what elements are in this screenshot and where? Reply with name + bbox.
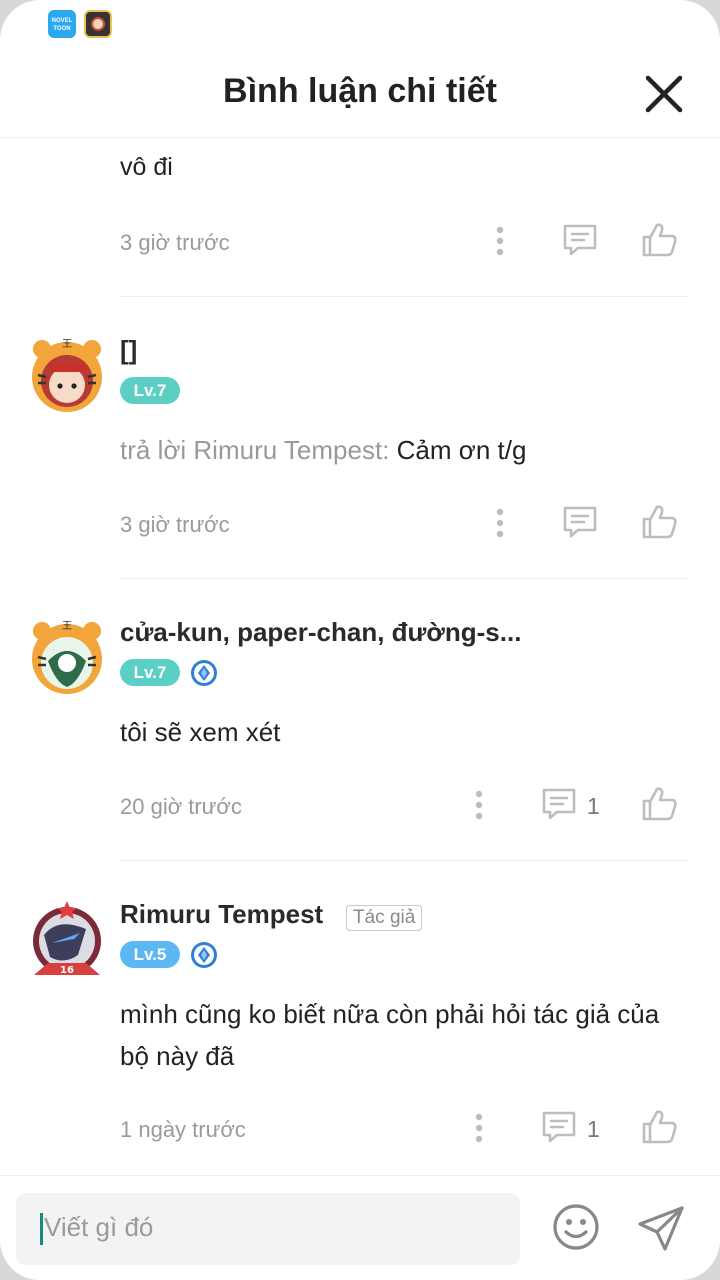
like-icon[interactable] — [640, 503, 678, 541]
comment-body: Cảm ơn t/g — [396, 435, 527, 465]
reply-icon[interactable] — [562, 222, 598, 258]
input-placeholder: Viết gì đó — [44, 1212, 154, 1242]
reply-count: 1 — [587, 793, 600, 819]
user-name[interactable]: [] — [120, 335, 137, 366]
reply-to-label[interactable]: trả lời Rimuru Tempest: — [120, 435, 389, 465]
header: Bình luận chi tiết — [0, 50, 720, 138]
page-title: Bình luận chi tiết — [223, 72, 497, 110]
level-badge: Lv.7 — [120, 659, 180, 686]
status-bar: NOVEL TOON — [0, 0, 720, 50]
user-name[interactable]: Rimuru Tempest — [120, 899, 323, 930]
svg-text:王: 王 — [62, 621, 72, 632]
comment-time: 3 giờ trước — [120, 230, 230, 255]
comment-input[interactable]: Viết gì đó — [16, 1193, 520, 1265]
level-badge: Lv.5 — [120, 941, 180, 968]
like-icon[interactable] — [640, 785, 678, 823]
comment-body: tôi sẽ xem xét — [120, 717, 281, 747]
comment-text: trả lời Rimuru Tempest: Cảm ơn t/g — [120, 429, 680, 471]
comment-time: 3 giờ trước — [120, 512, 230, 537]
reply-icon[interactable] — [541, 1109, 577, 1145]
send-icon[interactable] — [636, 1203, 686, 1253]
more-options-icon[interactable] — [495, 508, 505, 538]
more-options-icon[interactable] — [474, 1113, 484, 1143]
reply-icon[interactable] — [562, 504, 598, 540]
noveltoon-app-icon: NOVEL TOON — [48, 10, 76, 38]
more-options-icon[interactable] — [495, 226, 505, 256]
divider — [120, 578, 688, 579]
diamond-badge-icon — [191, 660, 217, 686]
comment-composer: Viết gì đó — [0, 1175, 720, 1280]
partial-comment-text: vô đi — [120, 153, 173, 181]
user-avatar[interactable]: 王 — [28, 617, 106, 695]
game-app-icon — [84, 10, 112, 38]
more-options-icon[interactable] — [474, 790, 484, 820]
text-caret — [40, 1213, 43, 1245]
diamond-badge-icon — [191, 942, 217, 968]
author-tag: Tác giả — [346, 905, 423, 931]
divider — [120, 296, 688, 297]
level-badge: Lv.7 — [120, 377, 180, 404]
emoji-icon[interactable] — [552, 1203, 600, 1251]
svg-text:16: 16 — [60, 965, 74, 976]
comment-time: 1 ngày trước — [120, 1117, 246, 1142]
reply-icon[interactable] — [541, 786, 577, 822]
user-avatar[interactable]: 16 — [28, 899, 106, 977]
reply-count: 1 — [587, 1116, 600, 1142]
divider — [120, 860, 688, 861]
comment-list[interactable]: vô đi 3 giờ trước 王 [] Lv.7 trả lời Rimu… — [0, 139, 720, 1175]
like-icon[interactable] — [640, 1108, 678, 1146]
comment-detail-sheet: NOVEL TOON Bình luận chi tiết vô đi 3 gi… — [0, 0, 720, 1280]
comment-body: mình cũng ko biết nữa còn phải hỏi tác g… — [120, 999, 660, 1071]
svg-text:王: 王 — [62, 339, 72, 350]
close-icon[interactable] — [644, 74, 684, 114]
user-name[interactable]: cửa-kun, paper-chan, đường-s... — [120, 617, 521, 648]
like-icon[interactable] — [640, 221, 678, 259]
user-avatar[interactable]: 王 — [28, 335, 106, 413]
comment-time: 20 giờ trước — [120, 794, 242, 819]
